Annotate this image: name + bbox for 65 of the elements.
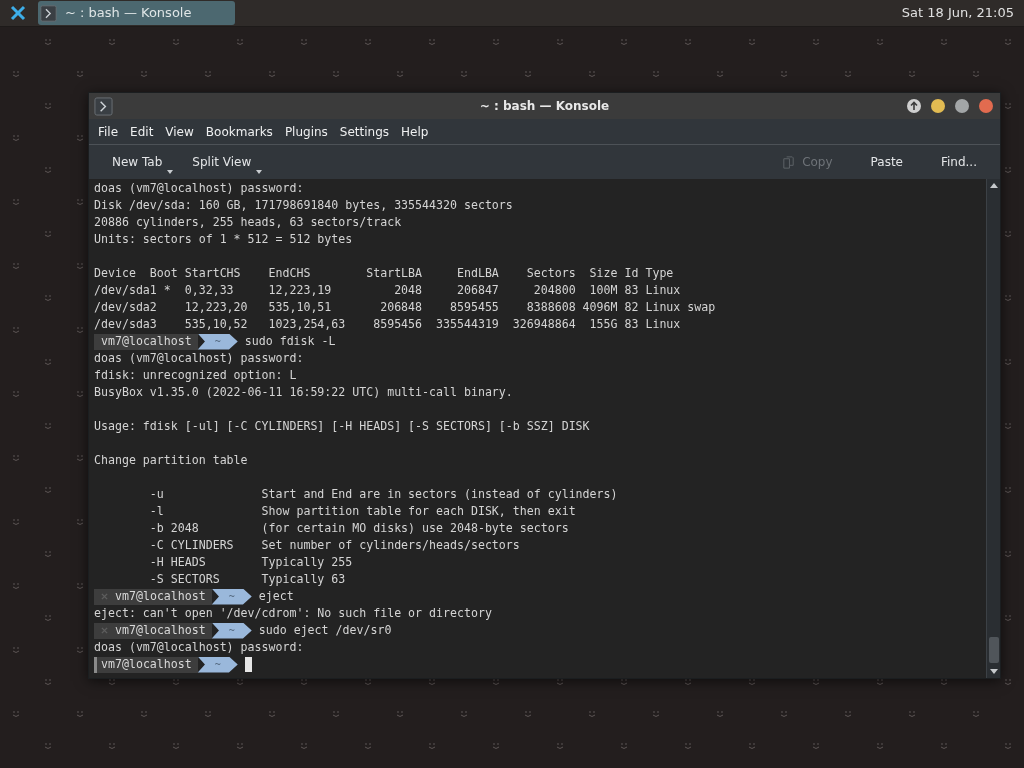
terminal-line: -S SECTORS Typically 63: [148, 571, 347, 588]
terminal-icon: [94, 96, 113, 116]
keep-above-button[interactable]: [907, 99, 921, 113]
menu-item[interactable]: File: [92, 122, 125, 141]
close-button[interactable]: [979, 99, 993, 113]
terminal-line: 20886 cylinders, 255 heads, 63 sectors/track: [94, 214, 403, 231]
terminal-line: Change partition table: [94, 452, 249, 469]
terminal-line: BusyBox v1.35.0 (2022-06-11 16:59:22 UTC) multi-call binary.: [94, 384, 514, 401]
scroll-down-icon[interactable]: [989, 669, 998, 674]
terminal-line: Usage: fdisk [-ul] [-C CYLINDERS] [-H HEADS] [-S SECTORS] [-b SSZ] DISK: [94, 418, 591, 435]
prompt-host: vm7@localhost: [94, 656, 198, 673]
prompt-host: vm7@localhost: [94, 588, 212, 605]
menu-item[interactable]: Edit: [124, 122, 160, 141]
toolbar-button[interactable]: Split View: [184, 148, 260, 176]
terminal-line: Device Boot StartCHS EndCHS StartLBA EndLBA Sectors Size Id Type: [94, 265, 675, 282]
directory-segment: ~: [197, 333, 238, 350]
toolbar-button[interactable]: New Tab: [104, 148, 171, 176]
directory-segment: ~: [211, 622, 252, 639]
terminal-line: /dev/sda3 535,10,52 1023,254,63 8595456 335544319 326948864 155G 83 Linux: [94, 316, 682, 333]
clock[interactable]: Sat 18 Jun, 21:05: [901, 3, 1014, 23]
minimize-button[interactable]: [931, 99, 945, 113]
terminal-line: -H HEADS Typically 255: [148, 554, 354, 571]
prompt-host: vm7@localhost: [94, 622, 212, 639]
terminal-line: Units: sectors of 1 * 512 = 512 bytes: [94, 231, 354, 248]
terminal-line: -b 2048 (for certain MO disks) use 2048-byte sectors: [148, 520, 570, 537]
launcher-icon[interactable]: [10, 5, 26, 21]
copy-icon: [781, 154, 797, 170]
terminal-line: -C CYLINDERS Set number of cylinders/heads/sectors: [148, 537, 521, 554]
scrollbar-thumb[interactable]: [988, 637, 999, 663]
text-cursor: [244, 657, 252, 672]
toolbar-button[interactable]: Paste: [862, 148, 911, 176]
terminal-line: Disk /dev/sda: 160 GB, 171798691840 bytes, 335544320 sectors: [94, 197, 514, 214]
caret-icon: [256, 170, 263, 174]
window-title: ~ : bash — Konsole: [479, 98, 610, 115]
scrollbar[interactable]: [986, 179, 1000, 678]
directory-segment: ~: [211, 588, 252, 605]
terminal-area[interactable]: [89, 179, 986, 678]
terminal-icon: [40, 4, 57, 22]
scroll-up-icon[interactable]: [989, 183, 998, 188]
terminal-line: /dev/sda1 * 0,32,33 12,223,19 2048 206847 204800 100M 83 Linux: [94, 282, 682, 299]
taskbar-item[interactable]: ~ : bash — Konsole: [38, 1, 235, 25]
menu-item[interactable]: View: [159, 122, 200, 141]
caret-icon: [167, 170, 174, 174]
terminal-line: doas (vm7@localhost) password:: [94, 639, 305, 656]
menu-item[interactable]: Settings: [333, 122, 396, 141]
terminal-line: fdisk: unrecognized option: L: [94, 367, 298, 384]
toolbar-button[interactable]: Find...: [932, 148, 985, 176]
error-cross-icon: [101, 593, 108, 600]
command-text: sudo eject /dev/sr0: [258, 622, 392, 639]
error-cross-icon: [101, 627, 108, 634]
terminal-line: /dev/sda2 12,223,20 535,10,51 206848 8595455 8388608 4096M 82 Linux swap: [94, 299, 717, 316]
task-title: ~ : bash — Konsole: [65, 4, 192, 23]
terminal-line: doas (vm7@localhost) password:: [94, 180, 305, 197]
terminal-line: -l Show partition table for each DISK, then exit: [148, 503, 577, 520]
menu-item[interactable]: Help: [395, 122, 435, 141]
terminal-line: eject: can't open '/dev/cdrom': No such file or directory: [94, 605, 493, 622]
menu-item[interactable]: Plugins: [278, 122, 334, 141]
maximize-button[interactable]: [955, 99, 969, 113]
menu-item[interactable]: Bookmarks: [199, 122, 279, 141]
terminal-line: -u Start and End are in sectors (instead of cylinders): [148, 486, 619, 503]
directory-segment: ~: [197, 656, 238, 673]
prompt-host: vm7@localhost: [94, 333, 198, 350]
terminal-line: doas (vm7@localhost) password:: [94, 350, 305, 367]
command-text: sudo fdisk -L: [244, 333, 336, 350]
command-text: eject: [258, 588, 294, 605]
